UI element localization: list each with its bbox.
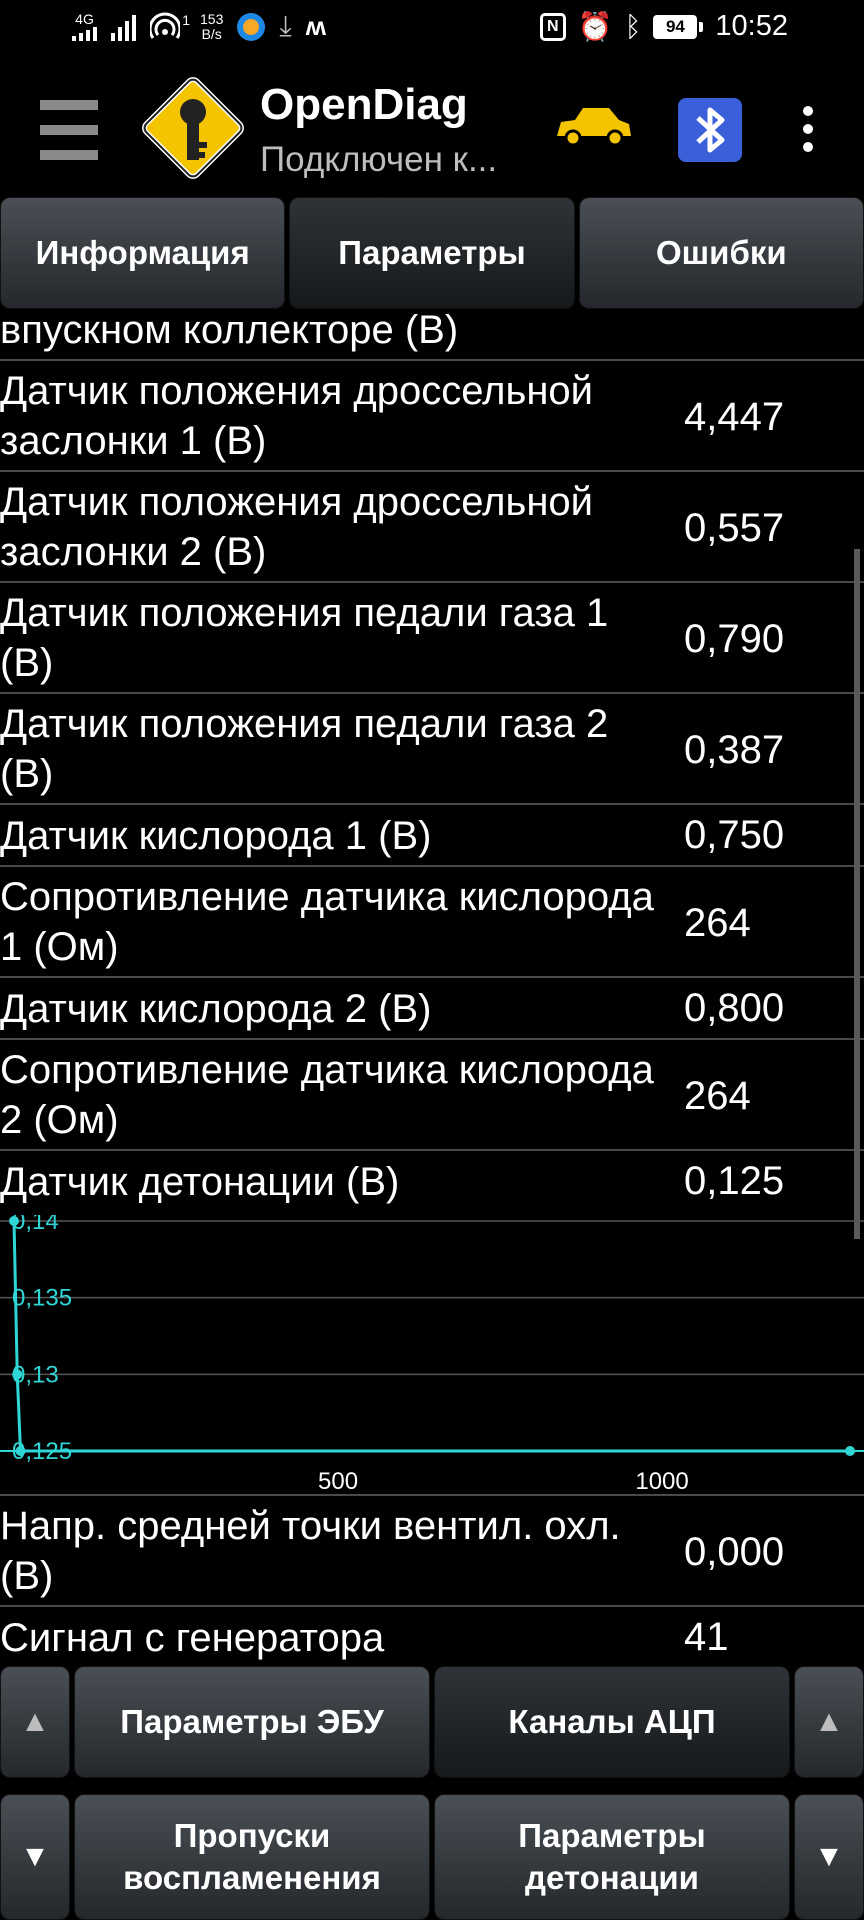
download-icon: ⤓ <box>279 10 292 41</box>
parameter-row[interactable]: Датчик положения дроссельной заслонки 2 … <box>0 472 864 583</box>
misfire-button[interactable]: Пропуски воспламенения <box>74 1794 430 1920</box>
menu-icon[interactable] <box>40 100 98 160</box>
hotspot-icon: 1 <box>148 12 190 42</box>
chart-data-point <box>845 1446 855 1456</box>
parameter-row[interactable]: Сопротивление датчика кислорода 1 (Ом) 2… <box>0 867 864 978</box>
parameter-row[interactable]: Датчик кислорода 1 (В) 0,750 <box>0 805 864 867</box>
parameter-value: 41 <box>684 1615 729 1659</box>
chart-y-tick-label: 0,135 <box>12 1285 72 1312</box>
connection-status: Подключен к... <box>260 140 498 179</box>
parameter-value: 0,790 <box>684 617 785 661</box>
parameter-name: Датчик положения педали газа 2 (В) <box>0 702 609 796</box>
chart-x-tick-label: 1000 <box>635 1468 688 1495</box>
parameter-name: Напр. средней точки вентил. охл. (В) <box>0 1504 621 1598</box>
scroll-down-right-button[interactable]: ▼ <box>794 1794 864 1920</box>
signal-4g-icon: 4G <box>72 12 97 41</box>
app-bar: OpenDiag Подключен к... <box>0 62 864 196</box>
parameter-name: Датчик положения дроссельной заслонки 2 … <box>0 480 594 574</box>
parameter-value: 264 <box>684 901 751 945</box>
main-tabs: Информация Параметры Ошибки <box>0 197 864 309</box>
app-logo-icon <box>142 77 244 179</box>
parameter-name: Сопротивление датчика кислорода 1 (Ом) <box>0 875 654 969</box>
chart-data-point <box>15 1446 26 1456</box>
parameter-value: 4,447 <box>684 395 785 439</box>
knock-parameters-button[interactable]: Параметры детонации <box>434 1794 790 1920</box>
clock: 10:52 <box>715 10 788 42</box>
parameter-row[interactable]: Датчик положения педали газа 2 (В) 0,387 <box>0 694 864 805</box>
net-speed: 153 B/s <box>200 10 224 42</box>
bluetooth-icon: ᛒ <box>624 10 642 42</box>
parameter-row[interactable]: Датчик кислорода 2 (В) 0,800 <box>0 978 864 1040</box>
parameter-name: Датчик кислорода 1 (В) <box>0 814 432 858</box>
battery-icon: 94 <box>653 14 704 39</box>
chart-y-tick-label: 0,14 <box>12 1215 59 1235</box>
parameter-name: Сопротивление датчика кислорода 2 (Ом) <box>0 1048 654 1142</box>
parameter-name: Датчик положения педали газа 1 (В) <box>0 591 609 685</box>
status-left: 4G 1 153 B/s ⤓ ʍ <box>72 10 326 43</box>
status-right: N ⏰ ᛒ 94 10:52 <box>539 10 788 43</box>
tab-errors[interactable]: Ошибки <box>578 197 864 309</box>
bottom-navigation: ▲ Параметры ЭБУ Каналы АЦП ▲ ▼ Пропуски … <box>0 1666 864 1920</box>
m-icon: ʍ <box>305 11 326 41</box>
car-icon[interactable] <box>553 102 633 150</box>
parameter-row[interactable]: Сопротивление датчика кислорода 2 (Ом) 2… <box>0 1040 864 1151</box>
signal-icon <box>111 13 136 41</box>
parameter-name: Датчик детонации (В) <box>0 1160 400 1204</box>
parameter-row[interactable]: Датчик положения дроссельной заслонки 1 … <box>0 361 864 472</box>
parameter-value: 0,000 <box>684 1530 785 1574</box>
parameter-name: Датчик кислорода 2 (В) <box>0 987 432 1031</box>
overflow-menu-icon[interactable] <box>800 106 816 154</box>
parameter-name: Сигнал с генератора <box>0 1616 385 1660</box>
list-scrollbar[interactable] <box>854 549 860 1239</box>
parameter-row[interactable]: Датчик положения педали газа 1 (В) 0,790 <box>0 583 864 694</box>
status-bar: 4G 1 153 B/s ⤓ ʍ N ⏰ ᛒ 94 10:52 <box>0 0 864 62</box>
alarm-icon: ⏰ <box>577 11 613 42</box>
hotspot-count: 1 <box>182 11 190 28</box>
parameter-value: 0,387 <box>684 728 785 772</box>
parameter-value: 0,750 <box>684 813 785 857</box>
parameter-value: 264 <box>684 1074 751 1118</box>
scroll-up-right-button[interactable]: ▲ <box>794 1666 864 1778</box>
parameter-row[interactable]: впускном коллекторе (В) <box>0 309 864 361</box>
net-speed-value: 153 <box>200 10 224 27</box>
parameter-value: 0,125 <box>684 1159 785 1203</box>
tab-parameters[interactable]: Параметры <box>289 197 575 309</box>
parameter-row[interactable]: Сигнал с генератора 41 <box>0 1607 864 1665</box>
parameter-name: впускном коллекторе (В) <box>0 309 459 352</box>
chart-series-line <box>12 1220 850 1453</box>
scroll-up-button[interactable]: ▲ <box>0 1666 70 1778</box>
app-icon <box>237 12 266 41</box>
net-speed-unit: B/s <box>201 25 222 42</box>
bluetooth-connection-icon[interactable] <box>678 98 742 162</box>
knock-sensor-chart: 0,140,1350,130,125500 1000 <box>0 1215 864 1495</box>
scroll-down-button[interactable]: ▼ <box>0 1794 70 1920</box>
app-title: OpenDiag <box>260 80 468 129</box>
chart-data-point <box>12 1369 23 1380</box>
ecu-parameters-button[interactable]: Параметры ЭБУ <box>74 1666 430 1778</box>
battery-level: 94 <box>653 14 698 39</box>
parameter-value: 0,800 <box>684 986 785 1030</box>
network-type-label: 4G <box>75 11 94 27</box>
tab-information[interactable]: Информация <box>0 197 286 309</box>
parameter-name: Датчик положения дроссельной заслонки 1 … <box>0 369 594 463</box>
parameter-row[interactable]: Напр. средней точки вентил. охл. (В) 0,0… <box>0 1496 864 1607</box>
adc-channels-button[interactable]: Каналы АЦП <box>434 1666 790 1778</box>
nfc-icon: N <box>539 12 566 41</box>
chart-data-point <box>9 1216 19 1226</box>
chart-x-tick-label: 500 <box>318 1468 358 1495</box>
parameter-value: 0,557 <box>684 506 785 550</box>
